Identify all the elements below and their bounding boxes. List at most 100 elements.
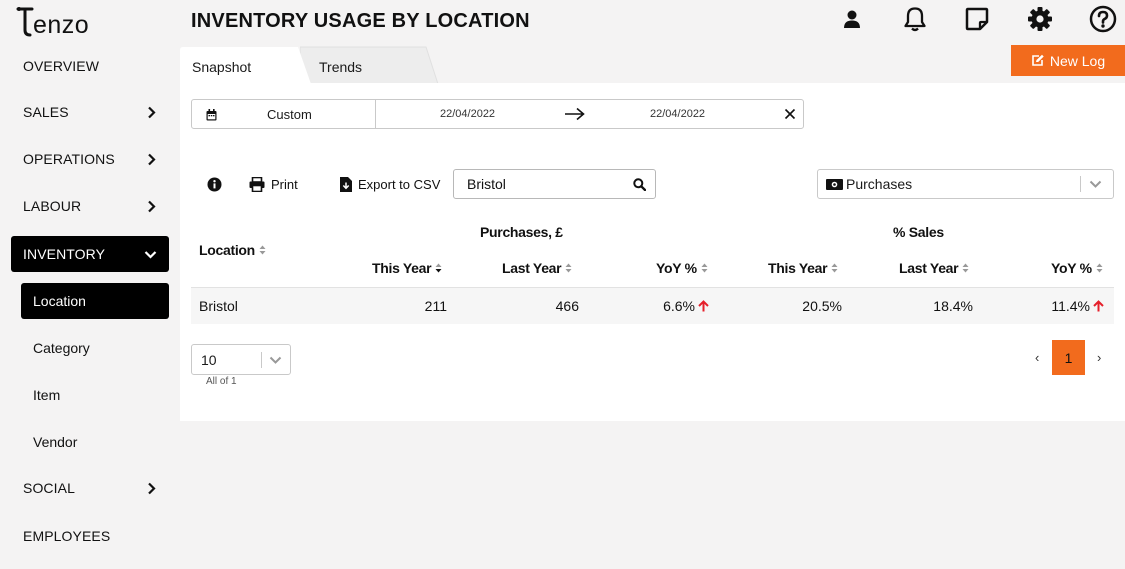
sidebar-item-label: SOCIAL xyxy=(23,480,75,496)
page-number: 1 xyxy=(1064,349,1073,366)
page-size-value: 10 xyxy=(201,352,217,368)
cell-text: 11.4% xyxy=(1051,298,1090,314)
cell-sales-this-year: 20.5% xyxy=(802,298,842,314)
page-size-select[interactable]: 10 xyxy=(191,344,291,375)
pagination-summary: All of 1 xyxy=(206,376,237,387)
sort-icon xyxy=(1096,263,1103,273)
tenzo-logo[interactable]: enzo xyxy=(10,4,110,38)
column-header-label: This Year xyxy=(768,260,828,276)
tab-trends[interactable]: Trends xyxy=(300,46,440,84)
sidebar-subitem-location[interactable]: Location xyxy=(21,283,169,319)
group-header-label: Purchases, £ xyxy=(480,224,563,240)
page-button-current[interactable]: 1 xyxy=(1052,340,1085,375)
search-input[interactable] xyxy=(467,175,627,193)
metric-select-value: Purchases xyxy=(846,176,913,192)
column-header-sales-this-year[interactable]: This Year xyxy=(768,260,838,276)
cell-text: 211 xyxy=(424,298,447,314)
table-row xyxy=(191,287,1114,324)
app-root: enzo OVERVIEW SALES OPERATIONS LABOUR IN… xyxy=(0,0,1125,569)
sidebar-item-label: LABOUR xyxy=(23,198,82,214)
search-field xyxy=(453,169,656,199)
money-icon xyxy=(826,179,843,190)
sidebar-item-social[interactable]: SOCIAL xyxy=(11,470,169,506)
column-header-purchases-yoy[interactable]: YoY % xyxy=(656,260,708,276)
cell-text: 6.6% xyxy=(663,298,695,314)
chevron-right-icon xyxy=(147,199,157,213)
column-header-label: Last Year xyxy=(502,260,562,276)
cell-purchases-this-year: 211 xyxy=(425,298,447,314)
cell-purchases-last-year: 466 xyxy=(556,298,579,314)
chevron-right-icon xyxy=(147,481,157,495)
sidebar-item-label: OPERATIONS xyxy=(23,151,115,167)
sidebar-subitem-label: Category xyxy=(33,340,90,356)
new-log-button[interactable]: New Log xyxy=(1011,45,1125,76)
note-icon[interactable] xyxy=(963,5,991,33)
main-panel xyxy=(180,83,1125,421)
chevron-down-icon xyxy=(1089,180,1102,188)
sort-icon xyxy=(701,263,708,273)
file-download-icon xyxy=(340,176,352,192)
close-icon[interactable] xyxy=(784,108,796,120)
prev-page-button[interactable]: ‹ xyxy=(1035,350,1039,365)
sidebar-item-employees[interactable]: EMPLOYEES xyxy=(11,518,169,554)
chevron-right-icon xyxy=(147,152,157,166)
cell-sales-last-year: 18.4% xyxy=(933,298,973,314)
tab-snapshot[interactable]: Snapshot xyxy=(180,46,312,84)
date-range-picker: Custom 22/04/2022 22/04/2022 xyxy=(191,99,804,129)
date-preset-label: Custom xyxy=(267,107,312,122)
group-header-label: % Sales xyxy=(893,224,944,240)
column-header-label: This Year xyxy=(372,260,432,276)
bell-icon[interactable] xyxy=(901,5,929,33)
sidebar-subitem-item[interactable]: Item xyxy=(21,377,169,413)
end-date[interactable]: 22/04/2022 xyxy=(650,108,705,120)
next-page-button[interactable]: › xyxy=(1097,350,1101,365)
arrow-up-icon xyxy=(1093,300,1104,312)
search-icon[interactable] xyxy=(633,178,646,191)
sidebar-item-inventory[interactable]: INVENTORY xyxy=(11,236,169,272)
cell-sales-yoy: 11.4% xyxy=(1051,298,1104,314)
gear-icon[interactable] xyxy=(1026,5,1054,33)
print-label: Print xyxy=(271,176,298,192)
date-preset-select[interactable]: Custom xyxy=(192,100,376,128)
print-button[interactable]: Print xyxy=(249,172,298,196)
column-header-purchases-this-year[interactable]: This Year xyxy=(372,260,442,276)
tab-label: Snapshot xyxy=(192,59,252,75)
sidebar-subitem-category[interactable]: Category xyxy=(21,330,169,366)
sidebar-subitem-label: Vendor xyxy=(33,434,78,450)
column-header-location[interactable]: Location xyxy=(199,242,266,258)
user-icon[interactable] xyxy=(838,5,866,33)
start-date[interactable]: 22/04/2022 xyxy=(440,108,495,120)
group-header-sales-pct: % Sales xyxy=(893,224,944,240)
sort-icon xyxy=(831,263,838,273)
column-header-purchases-last-year[interactable]: Last Year xyxy=(502,260,572,276)
help-icon[interactable] xyxy=(1089,5,1117,33)
column-header-sales-last-year[interactable]: Last Year xyxy=(899,260,969,276)
export-csv-button[interactable]: Export to CSV xyxy=(340,172,440,196)
group-header-purchases: Purchases, £ xyxy=(480,224,563,240)
sort-icon xyxy=(565,263,572,273)
cell-text: Bristol xyxy=(199,298,238,314)
select-divider xyxy=(261,352,262,368)
info-icon xyxy=(207,177,222,191)
tab-label: Trends xyxy=(319,59,363,75)
calendar-icon xyxy=(206,109,217,121)
printer-icon xyxy=(249,176,265,192)
sidebar-item-overview[interactable]: OVERVIEW xyxy=(11,48,169,84)
edit-icon xyxy=(1032,54,1044,66)
sidebar-item-operations[interactable]: OPERATIONS xyxy=(11,141,169,177)
select-divider xyxy=(1080,176,1081,192)
cell-text: 20.5% xyxy=(802,298,842,314)
column-header-sales-yoy[interactable]: YoY % xyxy=(1051,260,1103,276)
info-button[interactable] xyxy=(207,172,222,196)
sidebar-item-label: INVENTORY xyxy=(23,246,106,262)
sort-icon xyxy=(259,245,266,255)
export-label: Export to CSV xyxy=(358,176,441,192)
sidebar-item-sales[interactable]: SALES xyxy=(11,94,169,130)
sidebar-item-labour[interactable]: LABOUR xyxy=(11,188,169,224)
new-log-label: New Log xyxy=(1049,52,1106,69)
page-title: INVENTORY USAGE BY LOCATION xyxy=(191,10,530,32)
sidebar-subitem-vendor[interactable]: Vendor xyxy=(21,424,169,460)
sidebar-subitem-label: Item xyxy=(33,387,61,403)
cell-location: Bristol xyxy=(199,298,238,314)
metric-select[interactable]: Purchases xyxy=(817,169,1114,199)
